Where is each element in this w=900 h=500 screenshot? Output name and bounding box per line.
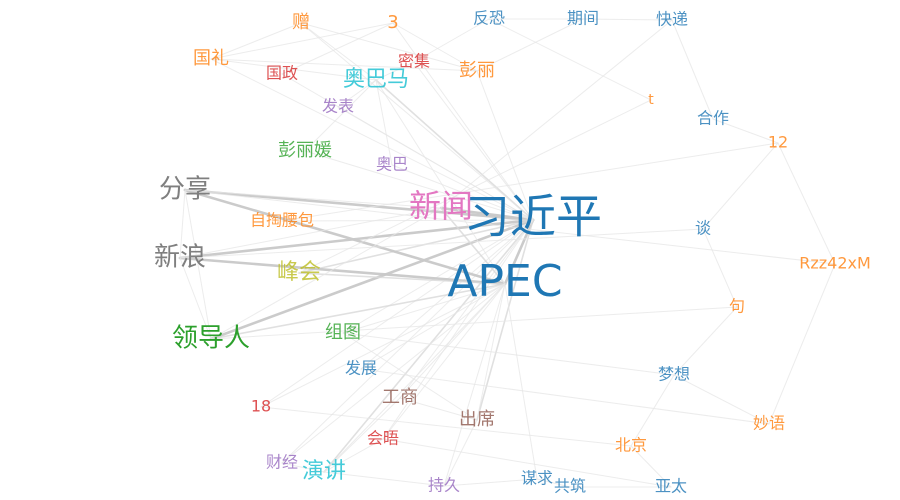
node-label-gongzhu: 共筑 [554,477,586,496]
node-label-chuxi: 出席 [459,409,495,430]
node-label-xijinping: 习近平 [464,190,602,244]
node-label-yanjiang: 演讲 [302,459,346,484]
edge-beijing-eighteen [260,406,632,447]
node-label-fenxiang: 分享 [159,175,211,205]
node-label-guoli: 国礼 [193,48,229,69]
node-label-pengli: 彭丽 [459,60,495,81]
node-label-twelve: 12 [768,133,788,152]
node-label-caijing: 财经 [266,453,298,472]
node-label-gongshang: 工商 [382,387,418,408]
node-label-zitaoyaobao: 自掏腰包 [250,211,314,230]
node-label-pengliyuan: 彭丽媛 [278,140,332,161]
node-label-fankong: 反恐 [473,9,505,28]
node-label-xinlang: 新浪 [154,243,206,273]
node-label-mengxiang: 梦想 [658,365,690,384]
edge-apec-mouqiu [504,283,538,480]
node-label-kuaidi: 快递 [656,10,688,29]
node-label-rzz: Rzz42xM [799,254,871,273]
node-label-three: 3 [387,12,398,33]
node-label-miji: 密集 [398,52,430,71]
edge-tan-ju [702,228,738,308]
node-label-aobama: 奥巴马 [343,67,409,92]
node-label-tan: 谈 [695,219,711,238]
edge-fankong-t [488,18,652,101]
node-label-zutu: 组图 [325,322,361,343]
node-label-eighteen: 18 [251,397,271,416]
node-label-mouqiu: 谋求 [521,469,553,488]
edge-t-fenghui [298,99,652,274]
node-label-beijing: 北京 [615,436,647,455]
edge-twelve-rzz [777,142,836,265]
node-label-huiwu: 会晤 [367,429,399,448]
edge-xinwen-fenxiang [184,189,442,209]
node-label-xinwen: 新闻 [409,187,473,225]
edge-xinwen-lingdaoren [210,207,442,340]
edge-kuaidi-xinwen [440,19,673,209]
node-label-fazhan: 发展 [345,359,377,378]
node-label-yatai: 亚太 [655,477,687,496]
node-label-fabiao: 发表 [322,97,354,116]
edge-layer [178,18,836,488]
node-label-zeng: 赠 [292,12,310,33]
edge-mengxiang-zutu [342,332,675,376]
edge-twelve-tan [702,142,779,230]
edge-miaoyu-fazhan [360,368,770,425]
edge-kuaidi-hezuo [671,19,714,120]
node-label-lingdaoren: 领导人 [172,324,250,354]
node-label-hezuo: 合作 [697,109,729,128]
node-label-chijiu: 持久 [428,476,460,495]
node-label-guozheng: 国政 [266,64,298,83]
edge-xijinping-eighteen [260,219,534,408]
edge-xijinping-gongshang [399,219,534,399]
label-layer: 习近平 APEC 新闻 分享新浪领导人 峰会 奥巴马演讲 彭丽媛出席 工商 组图 国礼彭丽 赠 3 发展… [154,9,871,496]
node-label-ju: 句 [729,297,745,316]
node-label-qijian: 期间 [567,9,599,28]
node-label-t: t [648,92,654,108]
edge-miaoyu-rzz [768,263,836,425]
node-label-miaoyu: 妙语 [753,414,785,433]
edge-ju-lingdaoren [210,306,738,340]
node-label-apec: APEC [447,256,562,307]
word-network-graph: 习近平 APEC 新闻 分享新浪领导人 峰会 奥巴马演讲 彭丽媛出席 工商 组图 国礼彭丽 赠 3 发展… [154,9,871,496]
node-label-fenghui: 峰会 [277,260,321,285]
node-label-aoba: 奥巴 [376,155,408,174]
